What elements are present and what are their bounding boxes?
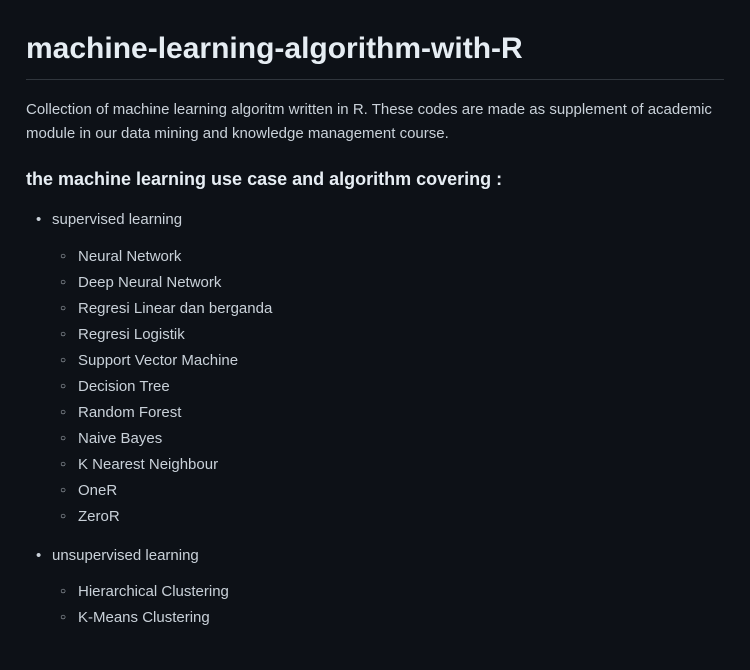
list-item: ZeroR (52, 505, 724, 529)
list-item: unsupervised learning Hierarchical Clust… (26, 543, 724, 631)
list-item: Support Vector Machine (52, 349, 724, 373)
list-item: Naive Bayes (52, 427, 724, 451)
page-title: machine-learning-algorithm-with-R (26, 26, 724, 80)
algorithm-list: Neural Network Deep Neural Network Regre… (52, 245, 724, 529)
list-item: Regresi Linear dan berganda (52, 297, 724, 321)
list-item: OneR (52, 479, 724, 503)
list-item: Random Forest (52, 401, 724, 425)
list-item: K-Means Clustering (52, 606, 724, 630)
list-item: Deep Neural Network (52, 271, 724, 295)
list-item: supervised learning Neural Network Deep … (26, 207, 724, 529)
list-item: Decision Tree (52, 375, 724, 399)
subheading: the machine learning use case and algori… (26, 166, 724, 193)
list-item: Neural Network (52, 245, 724, 269)
list-item: Hierarchical Clustering (52, 580, 724, 604)
algorithm-list: Hierarchical Clustering K-Means Clusteri… (52, 580, 724, 630)
list-item: K Nearest Neighbour (52, 453, 724, 477)
list-item: Regresi Logistik (52, 323, 724, 347)
description-text: Collection of machine learning algoritm … (26, 98, 724, 146)
category-label: supervised learning (52, 211, 182, 228)
category-list: supervised learning Neural Network Deep … (26, 207, 724, 630)
category-label: unsupervised learning (52, 547, 199, 564)
